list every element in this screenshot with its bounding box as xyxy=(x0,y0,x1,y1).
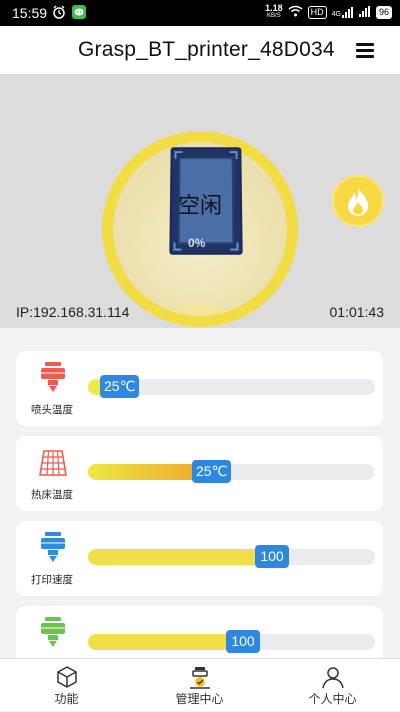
nav-functions-label: 功能 xyxy=(54,692,79,706)
bed-temp-value[interactable]: 25℃ xyxy=(192,460,232,483)
signal-4g-icon: 4G xyxy=(332,6,354,18)
nozzle-icon xyxy=(41,362,65,392)
elapsed-time: 01:01:43 xyxy=(329,304,385,320)
printer-status-panel: 空闲 0% IP:192.168.31.114 01:01:43 xyxy=(0,74,400,328)
nav-personal-center-label: 个人中心 xyxy=(308,692,357,706)
cube-icon xyxy=(57,666,77,688)
fire-icon xyxy=(348,187,368,216)
status-bar: 15:59 1.18 KB/S HD 4G 96 xyxy=(0,0,400,26)
network-speed: 1.18 KB/S xyxy=(265,3,283,20)
heated-bed-icon xyxy=(39,450,67,476)
print-speed-value[interactable]: 100 xyxy=(255,545,289,568)
print-speed-fill xyxy=(88,549,272,565)
nav-functions[interactable]: 功能 xyxy=(0,659,133,712)
signal-icon xyxy=(358,5,371,19)
status-time: 15:59 xyxy=(12,5,48,21)
fan-speed-value[interactable]: 100 xyxy=(226,630,260,653)
battery-indicator: 96 xyxy=(375,5,392,19)
bed-temp-card: 热床温度 25℃ xyxy=(16,436,383,511)
control-cards: 喷头温度 25℃ 热床温度 25℃ 打印速度 100 100 xyxy=(0,328,400,658)
print-speed-card: 打印速度 100 xyxy=(16,521,383,596)
bed-temp-slider[interactable]: 25℃ xyxy=(88,460,375,483)
print-speed-label: 打印速度 xyxy=(31,574,73,586)
user-icon xyxy=(322,667,344,689)
print-progress-percent: 0% xyxy=(188,236,206,250)
preheat-button[interactable] xyxy=(332,175,384,227)
printer-manage-icon xyxy=(190,667,210,689)
fan-speed-fill xyxy=(88,634,243,650)
bottom-navigation: 功能 管理中心 个人中心 xyxy=(0,658,400,711)
nozzle-temp-slider[interactable]: 25℃ xyxy=(88,375,375,398)
nozzle-temp-card: 喷头温度 25℃ xyxy=(16,351,383,426)
nozzle-temp-label: 喷头温度 xyxy=(31,404,73,416)
bed-temp-fill xyxy=(88,464,209,480)
print-speed-slider[interactable]: 100 xyxy=(88,545,375,568)
ip-address: IP:192.168.31.114 xyxy=(16,304,130,320)
hd-badge: HD xyxy=(307,5,327,19)
device-name-title: Grasp_BT_printer_48D034 xyxy=(78,38,335,61)
nav-management-center[interactable]: 管理中心 xyxy=(133,659,266,712)
app-bar: Grasp_BT_printer_48D034 xyxy=(0,26,400,74)
bed-temp-label: 热床温度 xyxy=(31,489,73,501)
print-speed-icon xyxy=(41,532,65,562)
fan-speed-icon xyxy=(41,617,65,647)
nav-personal-center[interactable]: 个人中心 xyxy=(266,659,399,712)
alarm-icon xyxy=(52,5,66,22)
fan-speed-slider[interactable]: 100 xyxy=(88,630,375,653)
hamburger-menu-icon[interactable] xyxy=(356,43,374,58)
nozzle-temp-value[interactable]: 25℃ xyxy=(100,375,140,398)
fan-speed-card: 100 xyxy=(16,606,383,658)
wifi-icon xyxy=(288,5,303,19)
nav-management-center-label: 管理中心 xyxy=(175,692,224,706)
wechat-icon xyxy=(72,5,86,19)
